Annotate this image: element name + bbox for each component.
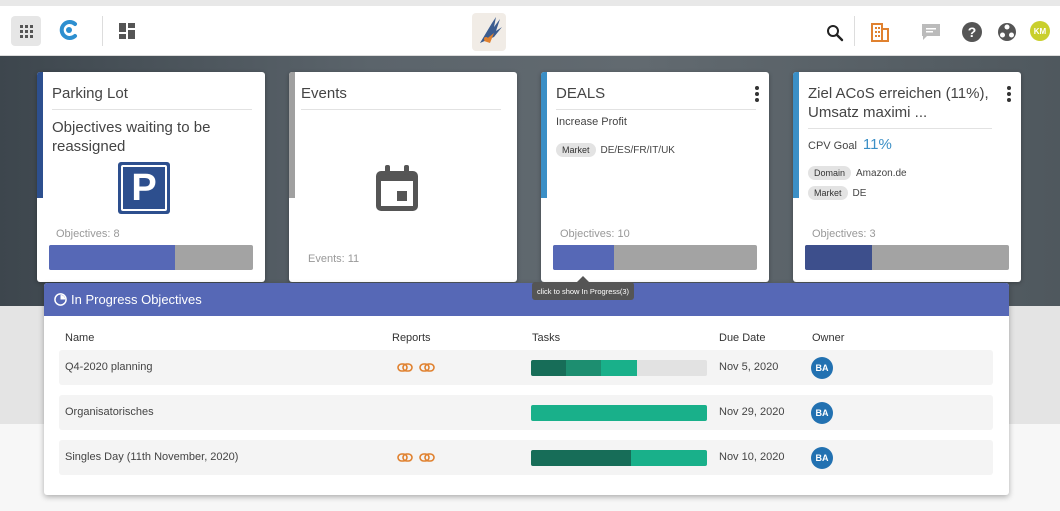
tag-value: DE/ES/FR/IT/UK [600, 144, 675, 156]
help-icon[interactable]: ? [962, 22, 982, 42]
toolbar-divider [854, 16, 855, 46]
chat-icon[interactable] [921, 23, 941, 41]
link-icon[interactable] [397, 452, 413, 463]
objective-name[interactable]: Q4-2020 planning [65, 361, 152, 373]
pie-chart-icon [54, 293, 67, 306]
parking-icon: P [118, 162, 170, 214]
table-row[interactable]: Organisatorisches Nov 29, 2020 BA [59, 395, 993, 430]
tasks-progress-bar[interactable] [531, 450, 707, 466]
globe-icon[interactable] [997, 22, 1017, 42]
owner-avatar[interactable]: BA [811, 447, 833, 469]
card-accent [541, 72, 547, 198]
objectives-progress-bar[interactable] [805, 245, 1009, 270]
column-due-date[interactable]: Due Date [719, 332, 765, 344]
panel-title: In Progress Objectives [71, 292, 202, 307]
toolbar-divider [102, 16, 103, 46]
card-subtitle: Objectives waiting to be reassigned [52, 119, 211, 155]
table-row[interactable]: Q4-2020 planning Nov 5, 2020 BA [59, 350, 993, 385]
due-date: Nov 10, 2020 [719, 451, 785, 463]
panel-header: In Progress Objectives [44, 283, 1009, 316]
card-subtitle: Increase Profit [556, 116, 627, 128]
owner-avatar[interactable]: BA [811, 357, 833, 379]
column-name[interactable]: Name [65, 332, 94, 344]
reports-links [397, 362, 435, 373]
card-title: Ziel ACoS erreichen (11%), Umsatz maximi… [808, 84, 992, 129]
brand-c-icon[interactable] [57, 18, 81, 42]
table-row[interactable]: Singles Day (11th November, 2020) Nov 10… [59, 440, 993, 475]
column-owner[interactable]: Owner [812, 332, 844, 344]
objectives-progress-bar[interactable] [553, 245, 757, 270]
building-icon[interactable] [871, 22, 889, 42]
tasks-progress-bar[interactable] [531, 405, 707, 421]
calendar-icon [376, 165, 418, 211]
objectives-progress-bar[interactable] [49, 245, 253, 270]
card-acos-goal[interactable]: Ziel ACoS erreichen (11%), Umsatz maximi… [793, 72, 1021, 282]
cpv-label: CPV Goal [808, 140, 857, 152]
tasks-progress-bar[interactable] [531, 360, 707, 376]
reports-links [397, 452, 435, 463]
owner-avatar[interactable]: BA [811, 402, 833, 424]
tag-chip: Domain [808, 166, 852, 180]
column-reports[interactable]: Reports [392, 332, 431, 344]
top-bar: ? KM [0, 0, 1060, 56]
objectives-count: Objectives: 3 [812, 228, 876, 240]
card-accent [793, 72, 799, 198]
tag-chip: Market [808, 186, 848, 200]
in-progress-panel: In Progress Objectives Name Reports Task… [44, 283, 1009, 495]
tag-market: Market DE/ES/FR/IT/UK [556, 143, 675, 157]
objective-name[interactable]: Organisatorisches [65, 406, 154, 418]
card-events[interactable]: Events Events: 11 [289, 72, 517, 282]
user-avatar[interactable]: KM [1030, 21, 1050, 41]
tag-market: Market DE [808, 186, 866, 200]
tag-value: DE [852, 187, 867, 199]
card-accent [37, 72, 43, 198]
due-date: Nov 29, 2020 [719, 406, 785, 418]
tag-chip: Market [556, 143, 596, 157]
dashboard-icon[interactable] [119, 23, 135, 39]
link-icon[interactable] [419, 362, 435, 373]
card-title: Parking Lot [52, 84, 252, 110]
objectives-count: Objectives: 10 [560, 228, 630, 240]
cpv-value: 11% [862, 136, 892, 153]
bird-logo-icon[interactable] [472, 13, 506, 51]
card-accent [289, 72, 295, 198]
tag-value: Amazon.de [856, 167, 907, 179]
apps-grid-icon[interactable] [11, 16, 41, 46]
due-date: Nov 5, 2020 [719, 361, 779, 373]
search-icon[interactable] [826, 24, 844, 42]
tooltip: click to show In Progress(3) [532, 282, 634, 300]
link-icon[interactable] [419, 452, 435, 463]
link-icon[interactable] [397, 362, 413, 373]
card-title: Events [301, 84, 501, 110]
column-tasks[interactable]: Tasks [532, 332, 560, 344]
card-title: DEALS [556, 84, 756, 110]
objective-name[interactable]: Singles Day (11th November, 2020) [65, 451, 238, 463]
tag-domain: Domain Amazon.de [808, 166, 907, 180]
events-count: Events: 11 [308, 253, 360, 265]
card-parking-lot[interactable]: Parking Lot Objectives waiting to be rea… [37, 72, 265, 282]
cpv-goal: CPV Goal 11% [808, 136, 892, 153]
more-options-icon[interactable] [1007, 86, 1011, 102]
toolbar-divider [900, 16, 901, 46]
objectives-count: Objectives: 8 [56, 228, 120, 240]
more-options-icon[interactable] [755, 86, 759, 102]
card-deals[interactable]: DEALS Increase Profit Market DE/ES/FR/IT… [541, 72, 769, 282]
